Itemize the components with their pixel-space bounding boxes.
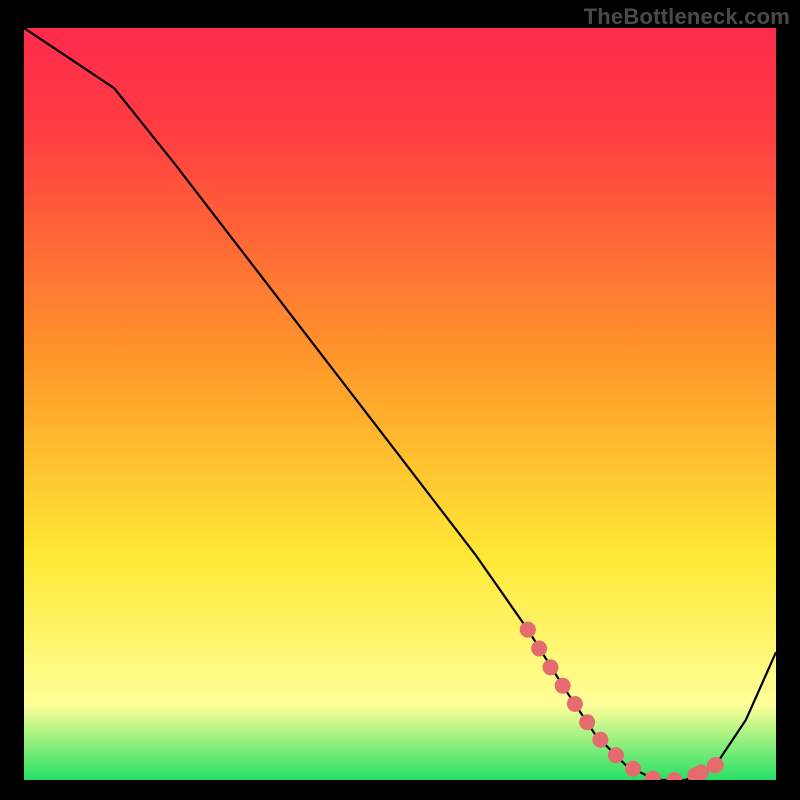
gradient-background (24, 28, 776, 780)
chart-frame: TheBottleneck.com (0, 0, 800, 800)
bottleneck-plot (24, 28, 776, 780)
attribution-label: TheBottleneck.com (584, 4, 790, 30)
highlight-dot (708, 757, 724, 773)
highlight-dot (693, 765, 709, 781)
highlight-dot (520, 622, 536, 638)
